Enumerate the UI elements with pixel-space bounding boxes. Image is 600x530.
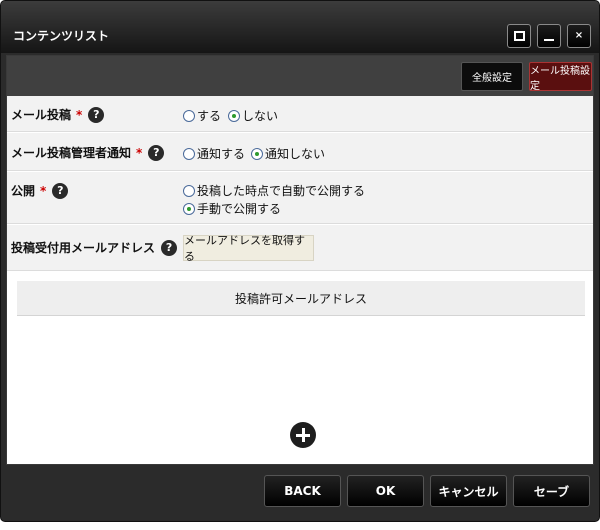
add-address-button[interactable] xyxy=(290,422,316,448)
help-icon[interactable]: ? xyxy=(148,144,165,161)
radio-no-notify[interactable] xyxy=(251,147,263,160)
radio-manual[interactable] xyxy=(183,202,195,215)
admin-notification-option-no-notify[interactable]: 通知しない xyxy=(251,145,325,162)
mail-posting-option-no[interactable]: しない xyxy=(228,107,278,124)
radio-notify[interactable] xyxy=(183,147,195,160)
all-settings-button[interactable]: 全般設定 xyxy=(461,62,523,91)
option-label: 手動で公開する xyxy=(197,202,282,216)
publish-label-group: 公開 * ? xyxy=(11,182,69,199)
option-label: する xyxy=(197,109,222,123)
close-icon: × xyxy=(574,30,584,41)
option-label: 通知する xyxy=(197,147,246,161)
settings-toolbar: 全般設定 メール投稿設定 xyxy=(7,56,593,96)
minimize-button[interactable] xyxy=(537,24,561,48)
receive-address-row: 投稿受付用メールアドレス ? メールアドレスを取得する xyxy=(7,225,593,271)
required-mark: * xyxy=(76,107,83,122)
option-label: しない xyxy=(242,109,279,123)
required-mark: * xyxy=(136,145,143,160)
mail-posting-row: メール投稿 * ? する しない xyxy=(7,96,593,132)
window-title: コンテンツリスト xyxy=(13,29,110,43)
radio-yes[interactable] xyxy=(183,109,195,122)
cancel-button[interactable]: キャンセル xyxy=(430,475,507,507)
radio-no[interactable] xyxy=(228,109,240,122)
help-icon[interactable]: ? xyxy=(52,182,69,199)
receive-address-label: 投稿受付用メールアドレス xyxy=(11,241,156,255)
close-button[interactable]: × xyxy=(567,24,591,48)
save-button[interactable]: セーブ xyxy=(513,475,590,507)
admin-notification-label: メール投稿管理者通知 xyxy=(11,146,132,160)
dialog-content: 全般設定 メール投稿設定 メール投稿 * ? する しない メール投稿管理者通知 xyxy=(6,55,594,465)
publish-label: 公開 xyxy=(11,184,36,198)
admin-notification-row: メール投稿管理者通知 * ? 通知する 通知しない xyxy=(7,133,593,171)
receive-address-label-group: 投稿受付用メールアドレス ? xyxy=(11,239,178,256)
help-icon[interactable]: ? xyxy=(88,106,105,123)
mail-posting-option-yes[interactable]: する xyxy=(183,107,221,124)
get-mail-address-button[interactable]: メールアドレスを取得する xyxy=(183,234,314,263)
admin-notification-option-notify[interactable]: 通知する xyxy=(183,145,245,162)
publish-row: 公開 * ? 投稿した時点で自動で公開する 手動で公開する xyxy=(7,172,593,224)
mail-posting-label: メール投稿 xyxy=(11,108,72,122)
publish-option-manual[interactable]: 手動で公開する xyxy=(183,200,281,217)
required-mark: * xyxy=(40,183,47,198)
title-bar[interactable]: コンテンツリスト × xyxy=(1,1,599,53)
mail-posting-label-group: メール投稿 * ? xyxy=(11,106,105,123)
publish-option-auto[interactable]: 投稿した時点で自動で公開する xyxy=(183,182,365,199)
option-label: 通知しない xyxy=(265,147,326,161)
help-icon[interactable]: ? xyxy=(161,239,178,256)
allowed-addresses-header: 投稿許可メールアドレス xyxy=(17,281,585,316)
option-label: 投稿した時点で自動で公開する xyxy=(197,184,366,198)
maximize-button[interactable] xyxy=(507,24,531,48)
minimize-icon xyxy=(544,39,554,41)
ok-button[interactable]: OK xyxy=(347,475,424,507)
radio-auto[interactable] xyxy=(183,184,195,197)
mail-post-settings-button[interactable]: メール投稿設定 xyxy=(529,62,592,92)
content-list-dialog: コンテンツリスト × 全般設定 メール投稿設定 メール投稿 * ? する しない… xyxy=(0,0,600,522)
admin-notification-label-group: メール投稿管理者通知 * ? xyxy=(11,144,165,161)
maximize-icon xyxy=(513,31,525,41)
back-button[interactable]: BACK xyxy=(264,475,341,507)
